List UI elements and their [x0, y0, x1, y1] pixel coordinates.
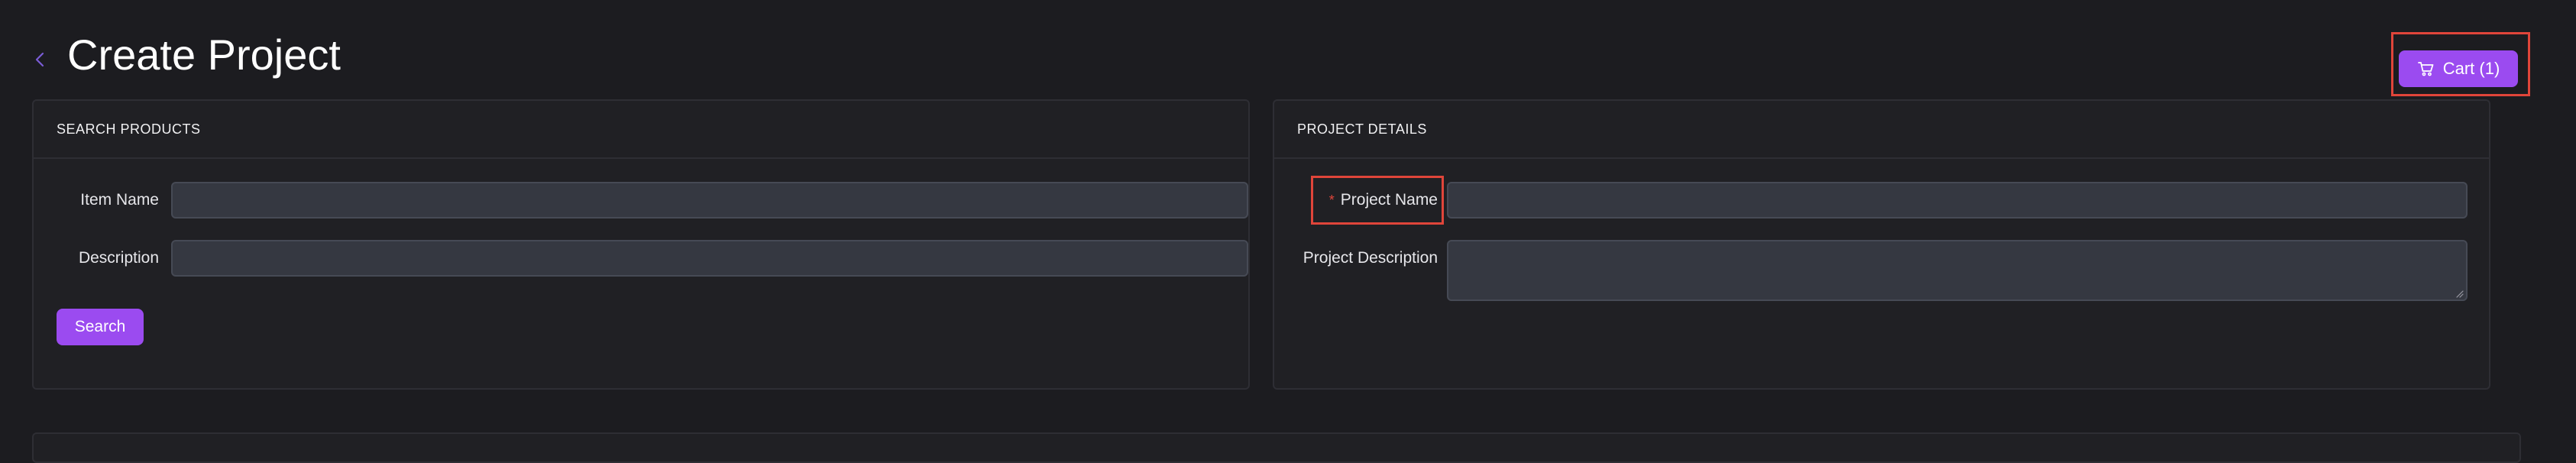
project-name-input[interactable] [1447, 182, 2468, 219]
description-input[interactable] [171, 240, 1248, 277]
project-details-card: PROJECT DETAILS * Project Name Project De… [1273, 99, 2490, 390]
resize-grip-icon[interactable] [2455, 288, 2464, 298]
search-products-card: SEARCH PRODUCTS Item Name Description Se… [32, 99, 1250, 390]
cart-button-label: Cart (1) [2442, 59, 2500, 78]
project-description-label: Project Description [1303, 249, 1438, 267]
description-label: Description [78, 249, 159, 267]
back-chevron-icon[interactable] [31, 46, 49, 73]
project-name-row: * Project Name [1297, 182, 2468, 219]
search-button[interactable]: Search [57, 309, 144, 345]
page-header: Create Project Cart (1) [0, 0, 2576, 96]
item-name-row: Item Name [57, 182, 1248, 219]
page-title: Create Project [67, 31, 341, 79]
project-description-row: Project Description [1297, 240, 2468, 301]
cart-icon [2417, 60, 2435, 78]
description-row: Description [57, 240, 1248, 277]
search-products-header: SEARCH PRODUCTS [34, 101, 1248, 159]
project-description-textarea[interactable] [1447, 240, 2468, 301]
required-asterisk: * [1328, 193, 1335, 208]
item-name-label: Item Name [80, 191, 159, 209]
bottom-card [32, 432, 2521, 463]
project-details-header: PROJECT DETAILS [1274, 101, 2489, 159]
cart-button[interactable]: Cart (1) [2399, 50, 2518, 87]
project-name-label-group: * Project Name [1297, 191, 1447, 209]
project-name-label: Project Name [1340, 191, 1438, 209]
item-name-input[interactable] [171, 182, 1248, 219]
